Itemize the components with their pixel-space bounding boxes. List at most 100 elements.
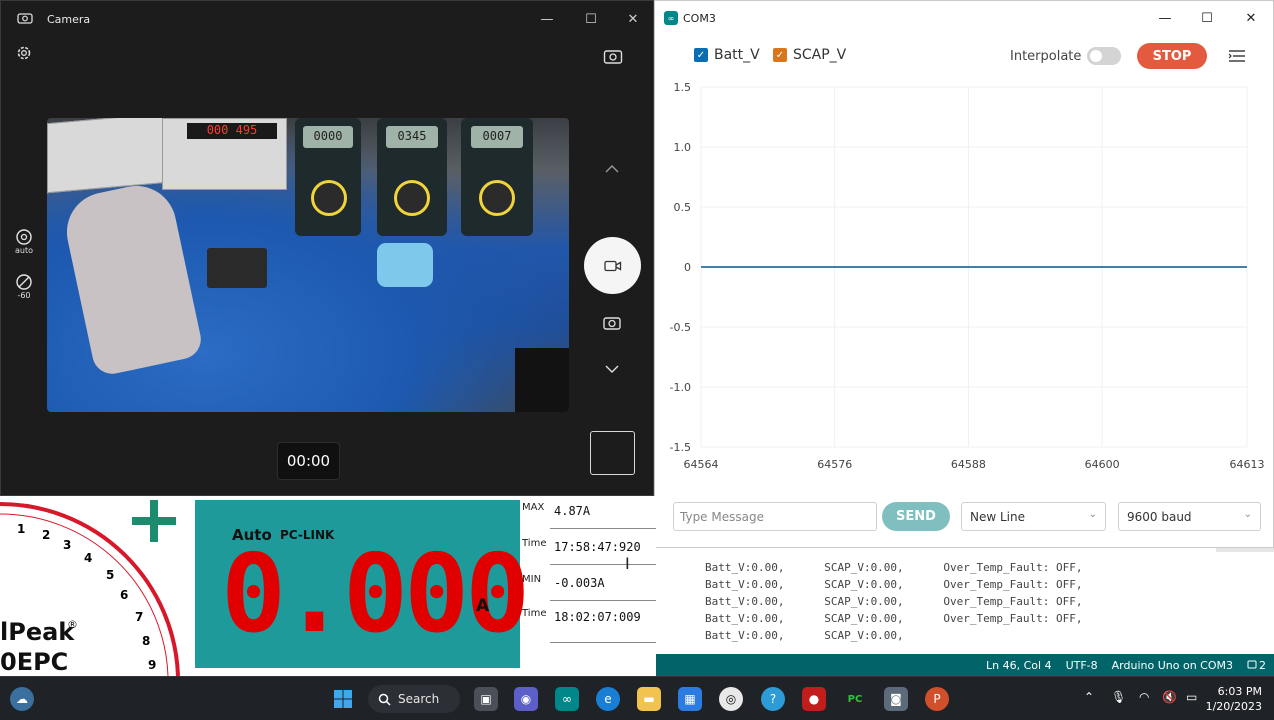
multimeter-lcd: 0000 [303,126,353,148]
start-windows-icon[interactable] [331,687,355,711]
auto-label: auto [14,246,33,255]
interpolate-toggle[interactable] [1087,47,1121,65]
stop-button[interactable]: STOP [1137,43,1207,69]
divider [550,600,656,601]
file-explorer-icon[interactable]: ▬ [637,687,661,711]
serial-line: Batt_V:0.00, SCAP_V:0.00, Over_Temp_Faul… [705,578,1083,591]
x-tick-label: 64588 [951,458,986,471]
task-view-icon[interactable]: ▣ [474,687,498,711]
store-icon[interactable]: ▦ [678,687,702,711]
speaker-muted-icon[interactable]: 🔇 [1162,690,1177,704]
file-encoding: UTF-8 [1065,658,1098,672]
legend-scap-v[interactable]: ✓ SCAP_V [773,47,846,63]
chat-icon[interactable]: ◉ [514,687,538,711]
camera-window: Camera — ☐ ✕ auto -60 000 495 0000 0345 [0,0,654,496]
min-label: MIN [522,574,542,585]
battery-icon[interactable]: ▭ [1186,690,1197,704]
hand [59,178,205,378]
multimeter: 0345 [377,118,447,236]
registered-mark: ® [67,618,78,631]
dial-number: 5 [106,568,115,582]
camera-maximize-button[interactable]: ☐ [569,1,613,37]
notification-count: 2 [1259,658,1266,672]
max-time: 17:58:47:920 [554,540,641,554]
serial-tab-strip [1216,548,1274,552]
switch-camera-icon[interactable] [603,48,623,69]
help-icon[interactable]: ? [761,687,785,711]
wifi-icon[interactable]: ◠ [1139,690,1149,704]
search-label: Search [398,692,440,706]
y-tick-label: 1.0 [674,141,692,154]
com3-titlebar: ∞ COM3 — ☐ ✕ [655,1,1273,35]
brand-name: lPeak [0,618,75,646]
menu-list-icon[interactable] [1228,48,1246,68]
send-button[interactable]: SEND [882,502,950,531]
dial-number: 6 [120,588,129,602]
serial-line: Batt_V:0.00, SCAP_V:0.00, Over_Temp_Faul… [705,595,1083,608]
checkbox-checked-icon: ✓ [694,48,708,62]
dial-number: 4 [84,551,93,565]
photo-mode-camera-icon[interactable] [603,315,621,334]
camera-app-icon [17,12,33,27]
com3-minimize-button[interactable]: — [1143,1,1187,35]
chevron-up-icon[interactable] [604,159,620,178]
chevron-up-icon[interactable]: ⌃ [1084,690,1094,704]
com3-maximize-button[interactable]: ☐ [1185,1,1229,35]
settings-gear-icon[interactable] [15,44,33,66]
camera-minimize-button[interactable]: — [525,1,569,37]
camera-app-icon[interactable]: ◙ [884,687,908,711]
taskbar-search[interactable]: Search [368,685,460,713]
powerpoint-icon[interactable]: P [925,687,949,711]
exposure-icon [16,274,32,290]
baud-rate-value: 9600 baud [1127,510,1192,524]
com3-close-button[interactable]: ✕ [1229,1,1273,35]
arduino-ide-icon[interactable]: ∞ [555,687,579,711]
board-port[interactable]: Arduino Uno on COM3 [1112,659,1233,672]
timer-device [377,243,433,287]
max-label: MAX [522,502,545,513]
search-icon [378,693,391,706]
dial-number: 1 [17,522,26,536]
notifications[interactable]: 2 [1247,659,1266,672]
edge-browser-icon[interactable]: e [596,687,620,711]
chevron-down-icon[interactable] [604,359,620,378]
y-tick-label: -0.5 [670,321,691,334]
unit-label: A [476,596,490,616]
baud-rate-select[interactable]: 9600 baud ⌄ [1118,502,1261,531]
serial-line: Batt_V:0.00, SCAP_V:0.00, [705,629,904,642]
multimeter: 0000 [295,118,361,236]
app-icon[interactable]: ◎ [719,687,743,711]
interpolate-label: Interpolate [1010,49,1082,64]
auto-mode-control[interactable]: auto [13,228,35,255]
multimeter-dial [479,180,515,216]
line-ending-value: New Line [970,510,1025,524]
brand-model: 0EPC [0,648,69,676]
camera-close-button[interactable]: ✕ [611,1,655,37]
multimeter: 0007 [461,118,533,236]
last-capture-thumbnail[interactable] [590,431,635,475]
multimeter-dial [394,180,430,216]
dial-number: 8 [142,634,151,648]
x-tick-label: 64613 [1230,458,1265,471]
power-supply: 000 495 [162,118,287,190]
legend-batt-v[interactable]: ✓ Batt_V [694,47,760,63]
min-time: 18:02:07:009 [554,610,641,624]
multimeter-lcd: 0345 [386,126,438,148]
exposure-control[interactable]: -60 [13,273,35,300]
power-supply [47,118,167,194]
x-tick-label: 64564 [684,458,719,471]
y-tick-label: -1.5 [670,441,691,454]
message-input[interactable]: Type Message [673,502,877,531]
pclink-app-icon[interactable]: PC [843,687,867,711]
video-record-button[interactable] [584,237,641,294]
system-clock[interactable]: 6:03 PM 1/20/2023 [1206,684,1262,714]
camera-title: Camera [47,13,91,26]
divider [550,642,656,643]
recorder-icon[interactable]: ● [802,687,826,711]
microphone-icon[interactable]: 🎙 [1111,690,1126,704]
weather-widget-icon[interactable]: ☁ [10,687,34,711]
dial-number: 7 [135,610,144,624]
line-ending-select[interactable]: New Line ⌄ [961,502,1106,531]
com3-title: COM3 [683,12,716,25]
plus-icon-vertical [150,500,158,542]
